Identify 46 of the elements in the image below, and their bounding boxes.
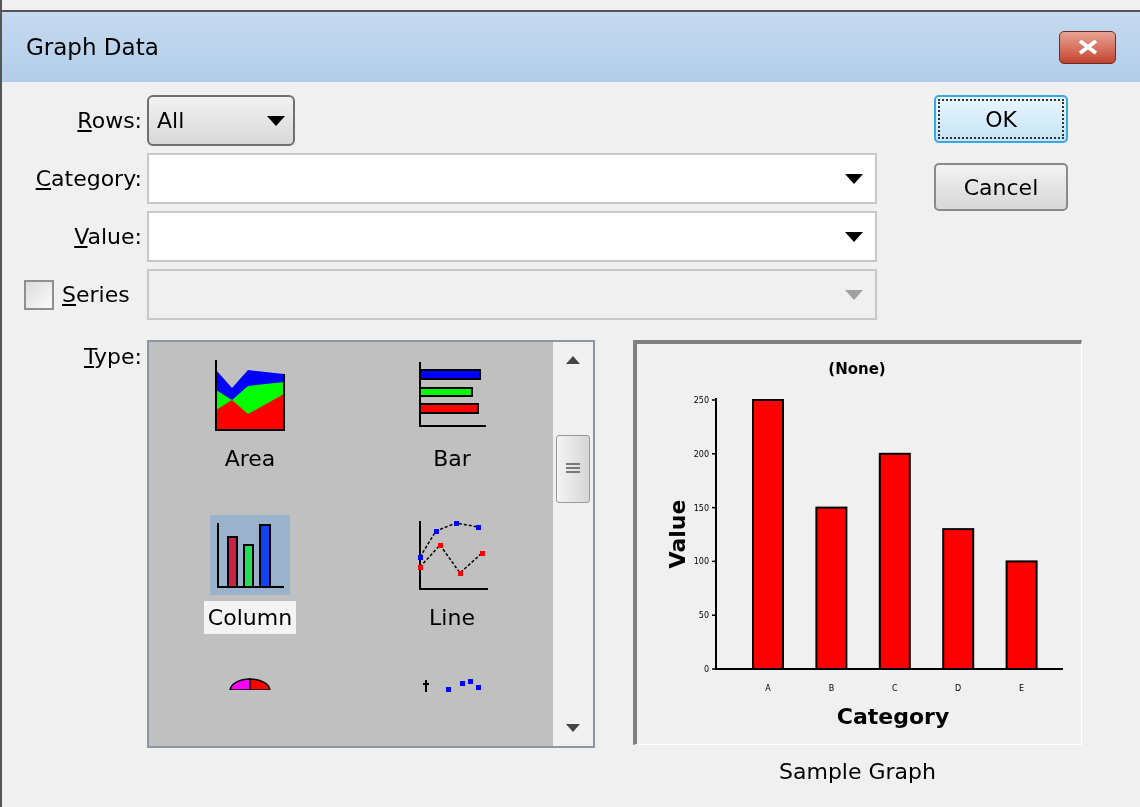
scroll-up-icon bbox=[566, 356, 580, 364]
field-label: Category: bbox=[35, 165, 142, 193]
grip-icon bbox=[566, 463, 580, 475]
close-button[interactable] bbox=[1059, 30, 1116, 64]
close-icon bbox=[1076, 39, 1099, 55]
dialog-button[interactable]: Cancel bbox=[934, 163, 1068, 211]
x-tick-label: A bbox=[765, 684, 771, 693]
dialog-button[interactable]: OK bbox=[934, 95, 1068, 143]
area-chart-icon bbox=[214, 360, 286, 432]
x-tick-label: E bbox=[1019, 684, 1025, 693]
window-title: Graph Data bbox=[26, 32, 159, 62]
chart-caption: Sample Graph bbox=[779, 758, 936, 786]
x-tick-label: C bbox=[892, 684, 898, 693]
field-label: Value: bbox=[74, 223, 142, 251]
y-tick-label: 0 bbox=[703, 665, 709, 674]
y-axis-label: Value bbox=[665, 499, 690, 569]
dropdown-caret-icon bbox=[267, 115, 285, 126]
y-tick-label: 250 bbox=[693, 396, 709, 405]
line-chart-icon bbox=[416, 519, 488, 591]
combo-box[interactable] bbox=[147, 211, 877, 262]
scatter-chart-icon bbox=[422, 678, 482, 692]
y-tick-label: 50 bbox=[698, 611, 709, 621]
y-tick-label: 150 bbox=[693, 503, 709, 513]
scroll-thumb[interactable] bbox=[556, 435, 590, 503]
chart-title: (None) bbox=[828, 360, 886, 378]
scrollbar[interactable] bbox=[553, 342, 593, 746]
x-axis-label: Category bbox=[836, 704, 950, 729]
dropdown-caret-icon bbox=[845, 289, 863, 300]
checkbox-label: Series bbox=[62, 281, 130, 309]
y-tick-label: 200 bbox=[693, 449, 709, 459]
pie-chart-icon bbox=[228, 678, 272, 690]
chart-type-item[interactable]: Column bbox=[149, 515, 351, 634]
x-tick-label: B bbox=[828, 684, 835, 693]
combo-box[interactable] bbox=[147, 153, 877, 204]
chart-type-item[interactable]: Area bbox=[149, 356, 351, 475]
rows-dropdown[interactable]: All bbox=[147, 95, 295, 146]
y-tick-label: 100 bbox=[693, 557, 709, 567]
x-tick-label: D bbox=[955, 684, 962, 693]
dropdown-caret-icon bbox=[845, 231, 863, 242]
scroll-down-icon bbox=[566, 724, 580, 732]
field-label: Type: bbox=[84, 343, 142, 371]
chart-type-item[interactable]: Line bbox=[351, 515, 553, 634]
dropdown-caret-icon bbox=[845, 173, 863, 184]
chart-type-list[interactable]: Area Bar Column Line bbox=[147, 340, 595, 748]
chart-type-item[interactable]: Bar bbox=[351, 356, 553, 475]
field-label: Rows: bbox=[77, 107, 142, 135]
